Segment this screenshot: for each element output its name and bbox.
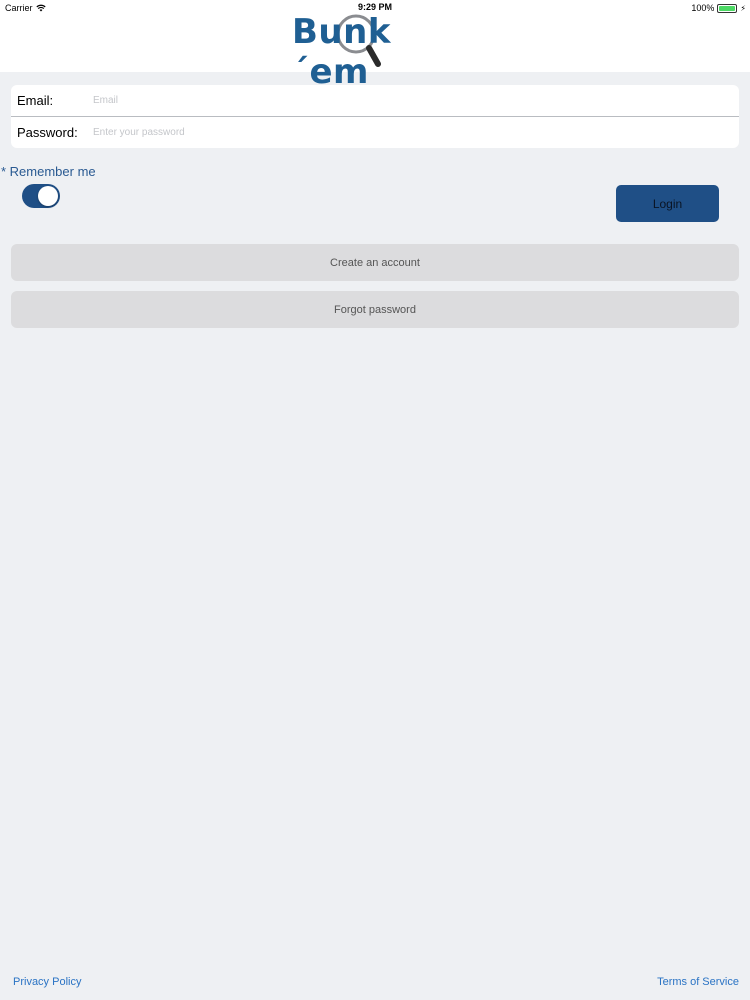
remember-me-label: * Remember me [1,164,96,179]
login-form: Email: Password: [11,85,739,148]
battery-percent: 100% [691,3,715,13]
status-bar-right: 100% ⚡ [691,2,746,14]
create-account-button[interactable]: Create an account [11,244,739,281]
login-button[interactable]: Login [616,185,719,222]
battery-icon [717,3,738,13]
app-logo: Bunk´em [290,6,465,92]
email-label: Email: [17,93,54,108]
password-row: Password: [11,117,739,148]
header: Carrier 9:29 PM 100% ⚡ Bunk´em [0,0,750,92]
forgot-password-button[interactable]: Forgot password [11,291,739,328]
terms-of-service-link[interactable]: Terms of Service [657,976,739,988]
login-screen: Carrier 9:29 PM 100% ⚡ Bunk´em Email: Em… [0,0,750,1000]
password-label: Password: [17,125,78,140]
password-field[interactable] [93,127,693,138]
email-field[interactable] [93,95,693,106]
email-row: Email: [11,85,739,116]
remember-me-toggle[interactable] [22,184,60,208]
privacy-policy-link[interactable]: Privacy Policy [13,976,81,988]
charging-icon: ⚡ [740,3,746,13]
toggle-knob [38,186,58,206]
logo-text: Bunk´em [292,12,391,92]
